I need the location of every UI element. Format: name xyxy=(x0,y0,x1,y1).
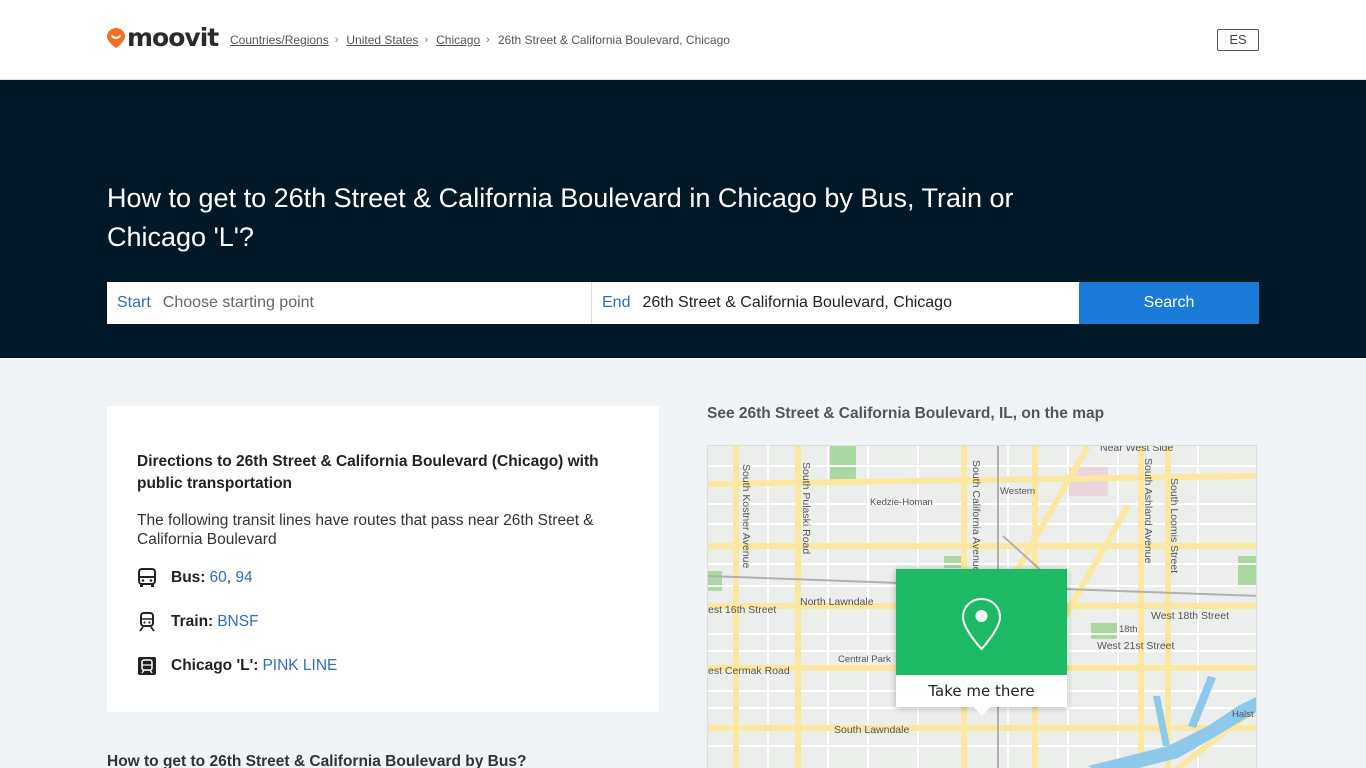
map-label-western: Western xyxy=(1000,486,1036,497)
page-title: How to get to 26th Street & California B… xyxy=(107,183,1014,252)
location-pin-icon xyxy=(961,597,1002,651)
start-input[interactable]: Choose starting point xyxy=(163,294,314,312)
map-title: See 26th Street & California Boulevard, … xyxy=(707,405,1105,422)
map-label-cermak-road: est Cermak Road xyxy=(708,665,790,677)
map-label-north-lawndale: North Lawndale xyxy=(800,596,874,608)
breadcrumb-chicago[interactable]: Chicago xyxy=(436,33,480,47)
moovit-pin-icon xyxy=(107,28,125,48)
train-line-link[interactable]: BNSF xyxy=(217,613,258,631)
train-icon xyxy=(137,612,157,632)
take-me-there-button[interactable]: Take me there xyxy=(896,675,1067,707)
map-label-near-west-side: Near West Side xyxy=(1100,445,1174,454)
start-label: Start xyxy=(117,294,151,311)
directions-card: Directions to 26th Street & California B… xyxy=(107,406,659,712)
map-label-california: South California Avenue xyxy=(970,460,982,573)
map-label-loomis: South Loomis Street xyxy=(1168,478,1180,574)
directions-description: The following transit lines have routes … xyxy=(137,512,594,548)
map-label-ashland: South Ashland Avenue xyxy=(1142,458,1154,564)
map-label-pulaski: South Pulaski Road xyxy=(800,462,812,555)
bus-label: Bus: xyxy=(171,569,206,586)
train-label: Train: xyxy=(171,613,214,630)
breadcrumb: Countries/Regions › United States › Chic… xyxy=(230,33,730,47)
breadcrumb-united-states[interactable]: United States xyxy=(346,33,418,47)
language-button[interactable]: ES xyxy=(1217,29,1259,51)
breadcrumb-current: 26th Street & California Boulevard, Chic… xyxy=(497,33,730,47)
train-lines-row: Train: BNSF xyxy=(137,612,259,632)
subway-icon xyxy=(137,656,157,676)
chevron-right-icon: › xyxy=(486,34,490,46)
map-label-16th-street: est 16th Street xyxy=(708,604,777,616)
chevron-right-icon: › xyxy=(424,34,429,46)
end-input[interactable]: 26th Street & California Boulevard, Chic… xyxy=(642,294,952,312)
map-label-central-park: Central Park xyxy=(838,654,891,665)
map-popup: Take me there xyxy=(896,569,1067,707)
chicago-l-label: Chicago 'L': xyxy=(171,657,259,674)
chevron-right-icon: › xyxy=(334,34,339,46)
map-label-halsted: Halst xyxy=(1232,709,1254,720)
map-label-21st-street: West 21st Street xyxy=(1097,640,1175,652)
map-label-kostner: South Kostner Avenue xyxy=(740,464,752,569)
end-label: End xyxy=(602,294,631,311)
search-button[interactable]: Search xyxy=(1079,282,1259,324)
bus-line-link[interactable]: 60 xyxy=(209,569,226,587)
separator-comma: , xyxy=(226,569,236,586)
directions-title: Directions to 26th Street & California B… xyxy=(137,453,599,492)
bus-lines-row: Bus: 60 , 94 xyxy=(137,568,253,588)
popup-pointer xyxy=(973,706,991,716)
end-field[interactable]: End 26th Street & California Boulevard, … xyxy=(592,282,1079,324)
start-field[interactable]: Start Choose starting point xyxy=(107,282,592,324)
map-label-kedzie: Kedzie-Homan xyxy=(870,497,933,508)
map-label-south-lawndale: South Lawndale xyxy=(834,724,910,736)
chicago-l-lines-row: Chicago 'L': PINK LINE xyxy=(137,656,337,676)
top-navigation-bar: moovit Countries/Regions › United States… xyxy=(0,0,1366,80)
moovit-logo[interactable]: moovit xyxy=(107,23,219,52)
chicago-l-line-link[interactable]: PINK LINE xyxy=(262,657,337,675)
map-popup-header xyxy=(896,569,1067,675)
bus-section-heading: How to get to 26th Street & California B… xyxy=(107,753,527,768)
bus-line-link[interactable]: 94 xyxy=(235,569,252,587)
map-label-18th-street: West 18th Street xyxy=(1151,610,1230,622)
map-label-18th: 18th xyxy=(1119,624,1138,635)
trip-search-bar: Start Choose starting point End 26th Str… xyxy=(107,282,1259,324)
bus-icon xyxy=(137,568,157,588)
hero-section: How to get to 26th Street & California B… xyxy=(0,80,1366,358)
logo-text: moovit xyxy=(127,23,219,52)
breadcrumb-countries-regions[interactable]: Countries/Regions xyxy=(230,33,329,47)
